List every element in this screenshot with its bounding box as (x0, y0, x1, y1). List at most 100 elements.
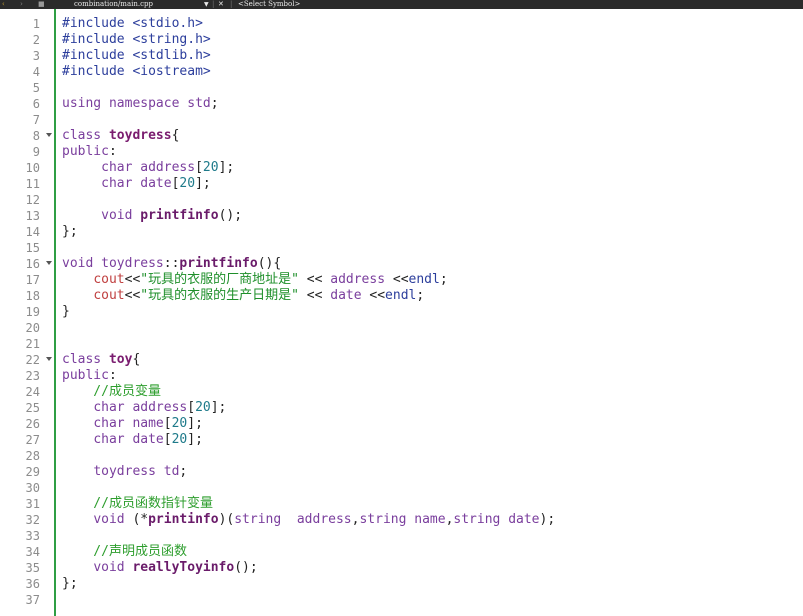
code-line[interactable]: 16 void toydress::printfinfo(){ (0, 256, 803, 272)
code-line[interactable]: 37 (0, 592, 803, 608)
line-number: 20 (25, 321, 40, 335)
code-text: void toydress::printfinfo(){ (62, 256, 282, 271)
code-line[interactable]: 31 //成员函数指针变量 (0, 496, 803, 512)
line-number: 31 (25, 497, 40, 511)
code-line[interactable]: 30 (0, 480, 803, 496)
line-number: 17 (25, 273, 40, 287)
code-line[interactable]: 18 cout<<"玩具的衣服的生产日期是" << date <<endl; (0, 288, 803, 304)
line-number: 26 (25, 417, 40, 431)
code-line[interactable]: 15 (0, 240, 803, 256)
line-number: 22 (25, 353, 40, 367)
code-text: } (62, 304, 70, 319)
line-number: 7 (32, 113, 40, 127)
code-line[interactable]: 5 (0, 80, 803, 96)
code-line[interactable]: 34 //声明成员函数 (0, 544, 803, 560)
code-text: //成员变量 (62, 384, 161, 399)
code-text: cout<<"玩具的衣服的生产日期是" << date <<endl; (93, 288, 425, 303)
code-line[interactable]: 29 toydress td; (0, 464, 803, 480)
code-line[interactable]: 2 #include <string.h> (0, 32, 803, 48)
line-number: 21 (25, 337, 40, 351)
forward-arrow-icon[interactable]: › (20, 0, 23, 9)
code-line[interactable]: 12 (0, 192, 803, 208)
code-line[interactable]: 36}; (0, 576, 803, 592)
code-text: #include <stdlib.h> (62, 48, 211, 63)
navigation-bar: ‹ › ■ combination/main.cpp ▼ | ✕ | <Sele… (0, 0, 803, 9)
code-line[interactable]: 28 (0, 448, 803, 464)
line-number: 25 (25, 401, 40, 415)
code-text: //成员函数指针变量 (62, 496, 213, 511)
code-line[interactable]: 1 #include <stdio.h> (0, 16, 803, 32)
code-line[interactable]: 8 class toydress{ (0, 128, 803, 144)
line-number: 36 (25, 577, 40, 591)
line-number: 35 (25, 561, 40, 575)
code-text: //声明成员函数 (62, 544, 187, 559)
code-text: void printfinfo(); (101, 208, 243, 223)
line-number: 14 (25, 225, 40, 239)
code-text: char date[20]; (101, 176, 211, 191)
symbol-selector[interactable]: <Select Symbol> (238, 0, 300, 9)
code-line[interactable]: 21 (0, 336, 803, 352)
line-number: 19 (25, 305, 40, 319)
fold-toggle-icon[interactable] (46, 261, 52, 265)
code-line[interactable]: 26 char name[20]; (0, 416, 803, 432)
code-line[interactable]: 4 #include <iostream> (0, 64, 803, 80)
line-number: 13 (25, 209, 40, 223)
code-text: public: (62, 368, 117, 383)
code-line[interactable]: 33 (0, 528, 803, 544)
code-text: class toy{ (62, 352, 141, 367)
line-number: 6 (32, 97, 40, 111)
fold-toggle-icon[interactable] (46, 133, 52, 137)
line-number: 2 (32, 33, 40, 47)
line-number: 24 (25, 385, 40, 399)
code-text: #include <iostream> (62, 64, 211, 79)
code-line[interactable]: 6 using namespace std; (0, 96, 803, 112)
line-number: 4 (32, 65, 40, 79)
line-number: 9 (32, 145, 40, 159)
line-number: 27 (25, 433, 40, 447)
code-line[interactable]: 32 void (*printinfo)(string address,stri… (0, 512, 803, 528)
chevron-down-icon[interactable]: ▼ (204, 0, 209, 9)
code-line[interactable]: 9 public: (0, 144, 803, 160)
divider: | (212, 0, 215, 8)
code-line[interactable]: 22 class toy{ (0, 352, 803, 368)
code-line[interactable]: 27 char date[20]; (0, 432, 803, 448)
close-icon[interactable]: ✕ (218, 0, 224, 9)
line-number: 37 (25, 593, 40, 607)
line-number: 28 (25, 449, 40, 463)
code-text: void reallyToyinfo(); (93, 560, 258, 575)
fold-toggle-icon[interactable] (46, 357, 52, 361)
code-line[interactable]: 19} (0, 304, 803, 320)
code-line[interactable]: 7 (0, 112, 803, 128)
line-number: 12 (25, 193, 40, 207)
code-line[interactable]: 20 (0, 320, 803, 336)
line-number: 29 (25, 465, 40, 479)
code-line[interactable]: 13 void printfinfo(); (0, 208, 803, 224)
line-number: 34 (25, 545, 40, 559)
code-line[interactable]: 24 //成员变量 (0, 384, 803, 400)
code-line[interactable]: 23 public: (0, 368, 803, 384)
lock-icon[interactable]: ■ (38, 0, 45, 9)
code-text: toydress td; (93, 464, 188, 479)
code-line[interactable]: 14}; (0, 224, 803, 240)
code-line[interactable]: 10 char address[20]; (0, 160, 803, 176)
code-text: public: (62, 144, 117, 159)
line-number: 10 (25, 161, 40, 175)
code-text: }; (62, 576, 78, 591)
code-line[interactable]: 17 cout<<"玩具的衣服的厂商地址是" << address <<endl… (0, 272, 803, 288)
code-line[interactable]: 35 void reallyToyinfo(); (0, 560, 803, 576)
code-line[interactable]: 25 char address[20]; (0, 400, 803, 416)
code-text: cout<<"玩具的衣服的厂商地址是" << address <<endl; (93, 272, 448, 287)
code-text: char date[20]; (93, 432, 203, 447)
code-line[interactable]: 11 char date[20]; (0, 176, 803, 192)
line-number: 15 (25, 241, 40, 255)
code-text: #include <stdio.h> (62, 16, 203, 31)
code-line[interactable]: 3 #include <stdlib.h> (0, 48, 803, 64)
file-selector[interactable]: combination/main.cpp (74, 0, 153, 9)
line-number: 23 (25, 369, 40, 383)
line-number: 16 (25, 257, 40, 271)
line-number: 1 (32, 17, 40, 31)
code-text: class toydress{ (62, 128, 180, 143)
code-text: void (*printinfo)(string address,string … (93, 512, 556, 527)
back-arrow-icon[interactable]: ‹ (2, 0, 5, 9)
code-text: char address[20]; (101, 160, 235, 175)
